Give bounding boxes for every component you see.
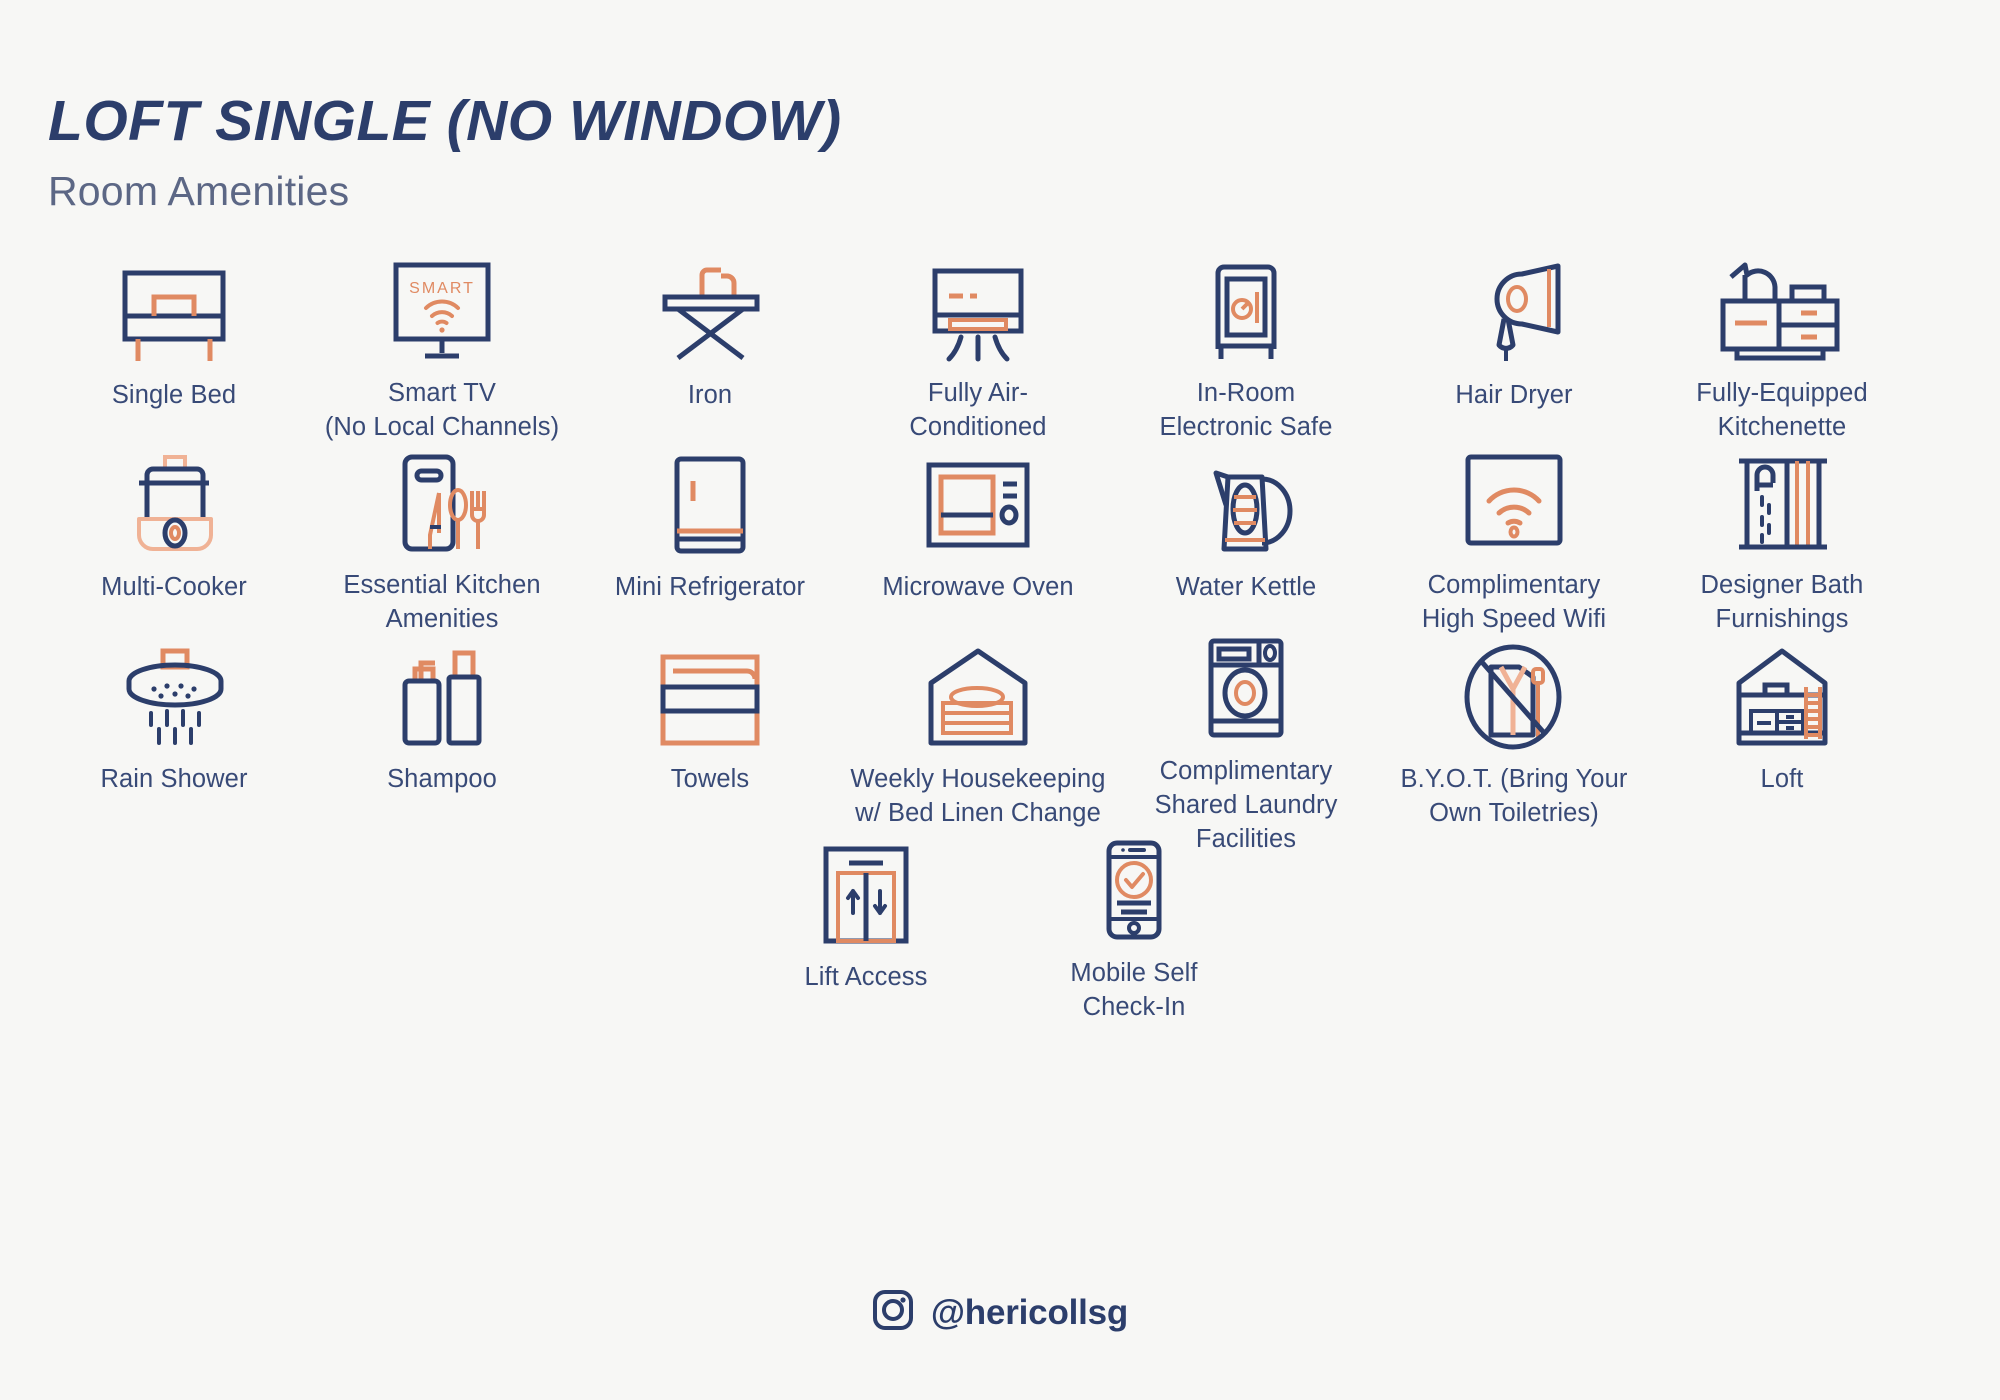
air-conditioner-icon [913,253,1043,363]
amenity-label: Mini Refrigerator [614,572,806,601]
amenity-label: Rain Shower [100,764,248,793]
amenity-label: Loft [1760,764,1804,793]
amenities-grid: Single Bed SMART Smart TV (No Local Chan… [0,253,2000,1025]
amenity-bath-furnishings: Designer Bath Furnishings [1648,445,1916,637]
smart-tv-screen-text: SMART [409,280,475,297]
amenity-label: Smart TV (No Local Channels) [324,379,560,441]
kitchenette-icon [1707,253,1857,363]
amenity-housekeeping: Weekly Housekeeping w/ Bed Linen Change [844,637,1112,835]
amenity-hair-dryer: Hair Dryer [1380,253,1648,445]
amenities-row-1: Single Bed SMART Smart TV (No Local Chan… [40,253,1960,445]
amenity-label: Shampoo [387,764,497,793]
amenities-poster: LOFT SINGLE (NO WINDOW) Room Amenities S… [0,0,2000,1400]
amenity-single-bed: Single Bed [40,253,308,445]
page-title: LOFT SINGLE (NO WINDOW) [48,89,842,153]
shower-curtain-icon [1717,445,1847,555]
amenity-label: Essential Kitchen Amenities [343,571,541,633]
amenity-shampoo: Shampoo [308,637,576,835]
amenity-multi-cooker: Multi-Cooker [40,445,308,637]
housekeeping-icon [913,637,1043,749]
washing-machine-icon [1181,637,1311,741]
amenity-label: Water Kettle [1175,572,1317,601]
amenity-water-kettle: Water Kettle [1112,445,1380,637]
amenity-loft: Loft [1648,637,1916,835]
multi-cooker-icon [109,445,239,557]
hair-dryer-icon [1449,253,1579,365]
amenity-wifi: Complimentary High Speed Wifi [1380,445,1648,637]
shampoo-bottles-icon [377,637,507,749]
amenity-label: Designer Bath Furnishings [1700,571,1864,633]
amenity-label: Fully-Equipped Kitchenette [1696,379,1868,441]
rain-shower-icon [109,637,239,749]
amenity-byot: B.Y.O.T. (Bring Your Own Toiletries) [1380,637,1648,835]
lift-icon [801,835,931,947]
amenity-kitchen-amenities: Essential Kitchen Amenities [308,445,576,637]
amenity-label: Microwave Oven [882,572,1074,601]
amenities-row-3: Rain Shower Shampoo Towels Weekly Housek… [40,637,1960,853]
amenity-label: Single Bed [111,380,237,409]
amenity-label: Towels [670,764,750,793]
amenity-label: Hair Dryer [1455,380,1573,409]
amenity-towels: Towels [576,637,844,835]
amenity-label: In-Room Electronic Safe [1159,379,1333,441]
amenity-label: Weekly Housekeeping w/ Bed Linen Change [850,764,1106,827]
amenity-smart-tv: SMART Smart TV (No Local Channels) [308,253,576,445]
safe-icon [1181,253,1311,363]
wifi-icon [1449,445,1579,555]
amenity-label: Lift Access [804,962,928,991]
instagram-icon[interactable] [872,1289,914,1336]
kettle-icon [1181,445,1311,557]
mobile-checkin-icon [1069,835,1199,943]
amenity-iron: Iron [576,253,844,445]
footer: @hericollsg [0,1289,2000,1336]
towels-icon [645,637,775,749]
amenity-air-conditioned: Fully Air- Conditioned [844,253,1112,445]
amenity-microwave: Microwave Oven [844,445,1112,637]
amenity-lift-access: Lift Access [732,835,1000,1025]
microwave-icon [913,445,1043,557]
page-subtitle: Room Amenities [48,167,350,214]
no-toiletries-icon [1449,637,1579,750]
amenity-laundry: Complimentary Shared Laundry Facilities [1112,637,1380,853]
amenities-row-2: Multi-Cooker Essential Kitchen Amenities… [40,445,1960,637]
header: LOFT SINGLE (NO WINDOW) Room Amenities [0,0,2000,215]
smart-tv-icon: SMART [377,253,507,363]
amenity-mini-refrigerator: Mini Refrigerator [576,445,844,637]
amenity-label: B.Y.O.T. (Bring Your Own Toiletries) [1400,764,1628,827]
cutlery-board-icon [377,445,507,555]
amenity-electronic-safe: In-Room Electronic Safe [1112,253,1380,445]
amenity-mobile-checkin: Mobile Self Check-In [1000,835,1268,1025]
amenity-label: Fully Air- Conditioned [909,379,1047,441]
amenity-kitchenette: Fully-Equipped Kitchenette [1648,253,1916,445]
amenity-label: Iron [687,380,733,409]
amenity-label: Multi-Cooker [101,572,247,601]
iron-icon [645,253,775,365]
amenity-label: Complimentary High Speed Wifi [1421,571,1607,633]
single-bed-icon [109,253,239,365]
instagram-handle[interactable]: @hericollsg [931,1293,1128,1333]
amenities-row-4: Lift Access Mobile Self Check-In [40,835,1960,1025]
amenity-rain-shower: Rain Shower [40,637,308,835]
mini-refrigerator-icon [645,445,775,557]
loft-house-icon [1717,637,1847,749]
amenity-label: Mobile Self Check-In [1070,959,1198,1021]
